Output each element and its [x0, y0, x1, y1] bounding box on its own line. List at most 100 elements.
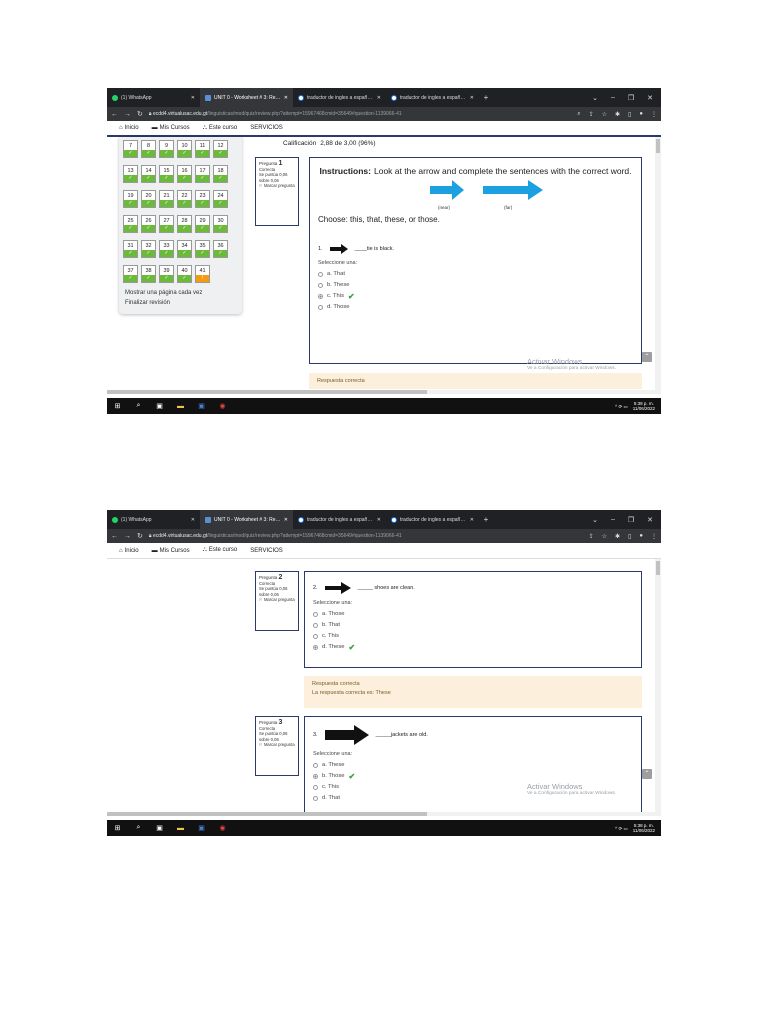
- quiz-nav-button[interactable]: 12 ✓: [213, 140, 228, 158]
- quiz-nav-button[interactable]: 17 ✓: [195, 165, 210, 183]
- share-icon[interactable]: ⇪: [589, 111, 594, 118]
- quiz-nav-button[interactable]: 28 ✓: [177, 215, 192, 233]
- radio-icon[interactable]: [313, 611, 318, 617]
- quiz-nav-button[interactable]: 37 ✓: [123, 265, 138, 283]
- radio-icon[interactable]: [318, 282, 323, 288]
- close-window-icon[interactable]: ✕: [647, 516, 653, 524]
- profile-icon[interactable]: ●: [639, 111, 643, 118]
- quiz-nav-button[interactable]: 26 ✓: [141, 215, 156, 233]
- forward-icon[interactable]: →: [124, 111, 131, 118]
- windows-start-icon[interactable]: ⊞: [113, 402, 122, 411]
- tab-unit0[interactable]: UNIT 0 - Worksheet # 3: Revisió ✕: [200, 510, 293, 529]
- nav-servicios[interactable]: SERVICIOS: [250, 125, 283, 131]
- quiz-nav-button[interactable]: 20 ✓: [141, 190, 156, 208]
- task-view-icon[interactable]: ▣: [155, 824, 164, 833]
- quiz-nav-button[interactable]: 15 ✓: [159, 165, 174, 183]
- file-explorer-icon[interactable]: ▬: [176, 402, 185, 411]
- option-b[interactable]: b. These: [318, 282, 633, 288]
- extensions-icon[interactable]: ✱: [615, 111, 620, 118]
- quiz-nav-button[interactable]: 35 ✓: [195, 240, 210, 258]
- horizontal-scrollbar[interactable]: [107, 390, 661, 394]
- tab-whatsapp[interactable]: (1) WhatsApp ✕: [107, 88, 200, 107]
- quiz-nav-button[interactable]: 9 ✓: [159, 140, 174, 158]
- scroll-up-button[interactable]: ⌃: [642, 769, 652, 779]
- option-b[interactable]: b. Those ✔: [313, 772, 633, 780]
- quiz-nav-button[interactable]: 30 ✓: [213, 215, 228, 233]
- flag-question[interactable]: ⚐ Marcar pregunta: [259, 597, 295, 603]
- close-icon[interactable]: ✕: [284, 517, 288, 523]
- menu-icon[interactable]: ⋮: [651, 111, 657, 118]
- chrome-icon[interactable]: ◉: [218, 824, 227, 833]
- nav-servicios[interactable]: SERVICIOS: [250, 548, 283, 554]
- search-icon[interactable]: ⌕: [577, 111, 580, 118]
- option-b[interactable]: b. That: [313, 622, 633, 628]
- close-icon[interactable]: ✕: [191, 95, 195, 101]
- quiz-nav-button[interactable]: 23 ✓: [195, 190, 210, 208]
- chevron-down-icon[interactable]: ⌄: [592, 516, 598, 524]
- quiz-nav-button[interactable]: 36 ✓: [213, 240, 228, 258]
- close-icon[interactable]: ✕: [470, 95, 474, 101]
- tab-translator-1[interactable]: traductor de ingles a español - (✕: [293, 88, 386, 107]
- reload-icon[interactable]: ↻: [137, 110, 143, 118]
- option-a[interactable]: a. That: [318, 271, 633, 277]
- quiz-nav-button[interactable]: 34 ✓: [177, 240, 192, 258]
- menu-icon[interactable]: ⋮: [651, 533, 657, 540]
- chrome-icon[interactable]: ◉: [218, 402, 227, 411]
- option-c[interactable]: c. This ✔: [318, 292, 633, 300]
- url-field[interactable]: 🔒︎ ecdd4.virtualusac.edu.gt/linguisticas…: [149, 533, 583, 539]
- nav-este-curso[interactable]: ⛬ Este curso: [203, 125, 238, 132]
- quiz-nav-button[interactable]: 19 ✓: [123, 190, 138, 208]
- radio-icon[interactable]: [313, 633, 318, 639]
- tray-icons[interactable]: ^ ⟳ ▭: [615, 826, 628, 831]
- tab-translator-1[interactable]: traductor de ingles a español - (✕: [293, 510, 386, 529]
- flag-question[interactable]: ⚐ Marcar pregunta: [259, 183, 295, 189]
- radio-icon[interactable]: [313, 784, 318, 790]
- nav-mis-cursos[interactable]: ▬ Mis Cursos: [152, 125, 190, 131]
- quiz-nav-button[interactable]: 32 ✓: [141, 240, 156, 258]
- word-icon[interactable]: ▣: [197, 402, 206, 411]
- quiz-nav-button[interactable]: 27 ✓: [159, 215, 174, 233]
- file-explorer-icon[interactable]: ▬: [176, 824, 185, 833]
- sidebar-icon[interactable]: ▯: [628, 533, 631, 540]
- quiz-nav-button[interactable]: 41!: [195, 265, 210, 283]
- radio-icon[interactable]: [318, 271, 323, 277]
- new-tab-button[interactable]: +: [479, 510, 493, 529]
- tab-translator-2[interactable]: traductor de ingles a español - (✕: [386, 510, 479, 529]
- reload-icon[interactable]: ↻: [137, 532, 143, 540]
- quiz-nav-button[interactable]: 16 ✓: [177, 165, 192, 183]
- star-icon[interactable]: ☆: [602, 533, 607, 540]
- windows-start-icon[interactable]: ⊞: [113, 824, 122, 833]
- vertical-scrollbar[interactable]: [655, 559, 661, 816]
- task-view-icon[interactable]: ▣: [155, 402, 164, 411]
- back-icon[interactable]: ←: [111, 111, 118, 118]
- radio-icon[interactable]: [313, 773, 318, 779]
- quiz-nav-button[interactable]: 24 ✓: [213, 190, 228, 208]
- quiz-nav-button[interactable]: 13 ✓: [123, 165, 138, 183]
- radio-icon[interactable]: [318, 293, 323, 299]
- back-icon[interactable]: ←: [111, 533, 118, 540]
- sidebar-icon[interactable]: ▯: [628, 111, 631, 118]
- nav-inicio[interactable]: ⌂ Inicio: [119, 125, 139, 131]
- option-d[interactable]: d. Those: [318, 304, 633, 310]
- scroll-up-button[interactable]: ⌃: [642, 352, 652, 362]
- search-icon[interactable]: ⌕: [134, 824, 143, 833]
- show-one-page-link[interactable]: Mostrar una página cada vez: [125, 290, 238, 296]
- quiz-nav-button[interactable]: 21 ✓: [159, 190, 174, 208]
- finish-review-link[interactable]: Finalizar revisión: [125, 300, 238, 306]
- nav-inicio[interactable]: ⌂ Inicio: [119, 548, 139, 554]
- share-icon[interactable]: ⇪: [589, 533, 594, 540]
- flag-question[interactable]: ⚐ Marcar pregunta: [259, 742, 295, 748]
- radio-icon[interactable]: [313, 795, 318, 801]
- radio-icon[interactable]: [313, 622, 318, 628]
- radio-icon[interactable]: [318, 304, 323, 310]
- star-icon[interactable]: ☆: [602, 111, 607, 118]
- quiz-nav-button[interactable]: 29 ✓: [195, 215, 210, 233]
- minimize-icon[interactable]: –: [611, 516, 615, 523]
- profile-icon[interactable]: ●: [639, 533, 643, 540]
- chevron-down-icon[interactable]: ⌄: [592, 94, 598, 102]
- close-icon[interactable]: ✕: [284, 95, 288, 101]
- tab-translator-2[interactable]: traductor de ingles a español - (✕: [386, 88, 479, 107]
- maximize-icon[interactable]: ❐: [628, 516, 634, 524]
- quiz-nav-button[interactable]: 22 ✓: [177, 190, 192, 208]
- option-a[interactable]: a. Those: [313, 611, 633, 617]
